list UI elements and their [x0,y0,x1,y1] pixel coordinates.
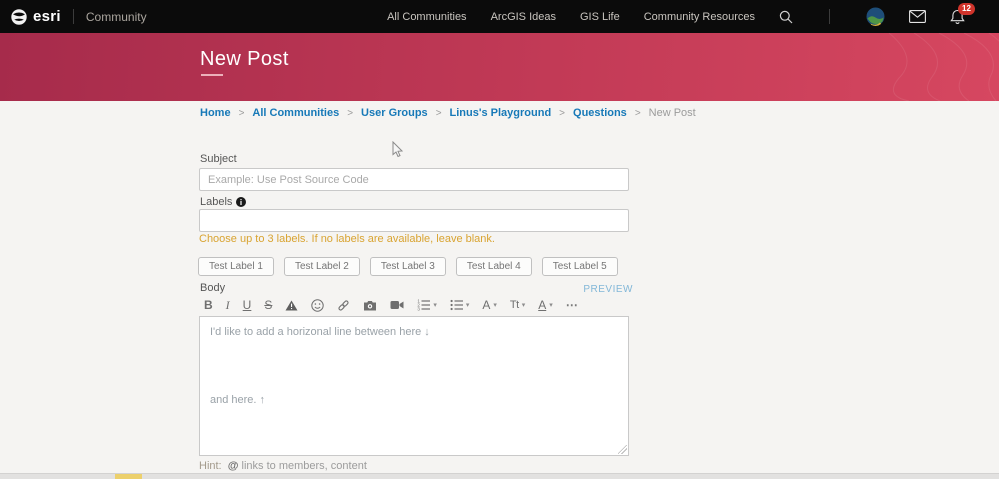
breadcrumb-user-groups[interactable]: User Groups [361,107,428,119]
labels-helper-text: Choose up to 3 labels. If no labels are … [199,233,495,245]
breadcrumb-separator: > [635,108,641,119]
strikethrough-button[interactable]: S [264,299,272,311]
top-navigation-bar: esri Community All Communities ArcGIS Id… [0,0,999,33]
title-underline [201,74,223,76]
user-avatar[interactable] [866,7,885,26]
bottom-strip-highlight [115,474,142,479]
unordered-list-button[interactable]: ▾ [450,299,470,311]
label-suggestions: Test Label 1 Test Label 2 Test Label 3 T… [198,257,618,276]
esri-logo[interactable]: esri [10,8,61,26]
label-chip-1[interactable]: Test Label 1 [198,257,274,276]
italic-button[interactable]: I [226,299,230,311]
label-chip-3[interactable]: Test Label 3 [370,257,446,276]
breadcrumb-linus-playground[interactable]: Linus's Playground [450,107,552,119]
subject-input[interactable] [199,168,629,191]
nav-community-resources[interactable]: Community Resources [644,11,755,23]
label-chip-5[interactable]: Test Label 5 [542,257,618,276]
font-size-button[interactable]: Tt ▾ [510,300,525,311]
nav-all-communities[interactable]: All Communities [387,11,466,23]
resize-handle[interactable] [618,445,627,454]
body-text-line-2: and here. ↑ [210,394,618,406]
body-editor-textarea[interactable]: I'd like to add a horizonal line between… [199,316,629,456]
breadcrumb-all-communities[interactable]: All Communities [252,107,339,119]
nav-arcgis-ideas[interactable]: ArcGIS Ideas [491,11,556,23]
notification-count-badge: 12 [958,3,975,15]
esri-brand-text: esri [33,8,61,25]
esri-globe-icon [10,8,28,26]
chevron-down-icon: ▾ [522,302,526,309]
breadcrumb-separator: > [347,108,353,119]
subject-label: Subject [200,153,237,165]
svg-text:3: 3 [418,307,421,311]
page-hero-banner: New Post [0,33,999,101]
labels-label: Labels [200,196,246,208]
topbar-divider [73,9,74,24]
editor-toolbar: B I U S [204,294,630,316]
underline-button[interactable]: U [243,299,252,311]
emoji-icon[interactable] [311,299,324,312]
chevron-down-icon[interactable]: ▾ [433,302,437,309]
search-icon[interactable] [779,10,793,24]
font-color-button[interactable]: A ▾ [538,299,553,311]
label-chip-2[interactable]: Test Label 2 [284,257,360,276]
mention-at-icon: @ [228,460,239,472]
messages-icon[interactable] [909,10,926,23]
breadcrumb-separator: > [559,108,565,119]
page-bottom-strip [0,473,999,479]
bold-button[interactable]: B [204,299,213,311]
chevron-down-icon[interactable]: ▾ [466,302,470,309]
breadcrumb-home[interactable]: Home [200,107,231,119]
mouse-cursor [391,141,404,159]
unordered-list-icon [450,299,463,311]
insert-link-icon[interactable] [337,299,350,312]
labels-info-icon[interactable] [236,197,246,207]
topbar-divider-2 [829,9,830,24]
insert-photo-icon[interactable] [363,300,377,311]
spoiler-alert-icon[interactable] [285,300,298,311]
chevron-down-icon: ▾ [493,302,497,309]
labels-input[interactable] [199,209,629,232]
product-name[interactable]: Community [86,10,147,24]
ordered-list-icon: 123 [417,299,430,311]
ordered-list-button[interactable]: 123 ▾ [417,299,437,311]
topbar-nav: All Communities ArcGIS Ideas GIS Life Co… [387,7,965,26]
page-title: New Post [200,48,289,71]
notifications-bell-icon[interactable]: 12 [950,9,965,25]
editor-hint: Hint: @ links to members, content [199,460,367,472]
hint-prefix: Hint: [199,460,222,472]
breadcrumb-separator: > [239,108,245,119]
body-text-line-1: I'd like to add a horizonal line between… [210,326,618,338]
more-options-button[interactable]: ⋯ [566,299,579,311]
label-chip-4[interactable]: Test Label 4 [456,257,532,276]
breadcrumb-separator: > [436,108,442,119]
insert-video-icon[interactable] [390,300,404,310]
breadcrumb-questions[interactable]: Questions [573,107,627,119]
hint-text: links to members, content [242,460,367,472]
topo-pattern-decoration [739,33,999,101]
breadcrumb: Home > All Communities > User Groups > L… [200,107,696,119]
font-family-button[interactable]: A ▾ [482,299,497,311]
chevron-down-icon: ▾ [549,302,553,309]
nav-gis-life[interactable]: GIS Life [580,11,620,23]
breadcrumb-current-new-post: New Post [649,107,696,119]
